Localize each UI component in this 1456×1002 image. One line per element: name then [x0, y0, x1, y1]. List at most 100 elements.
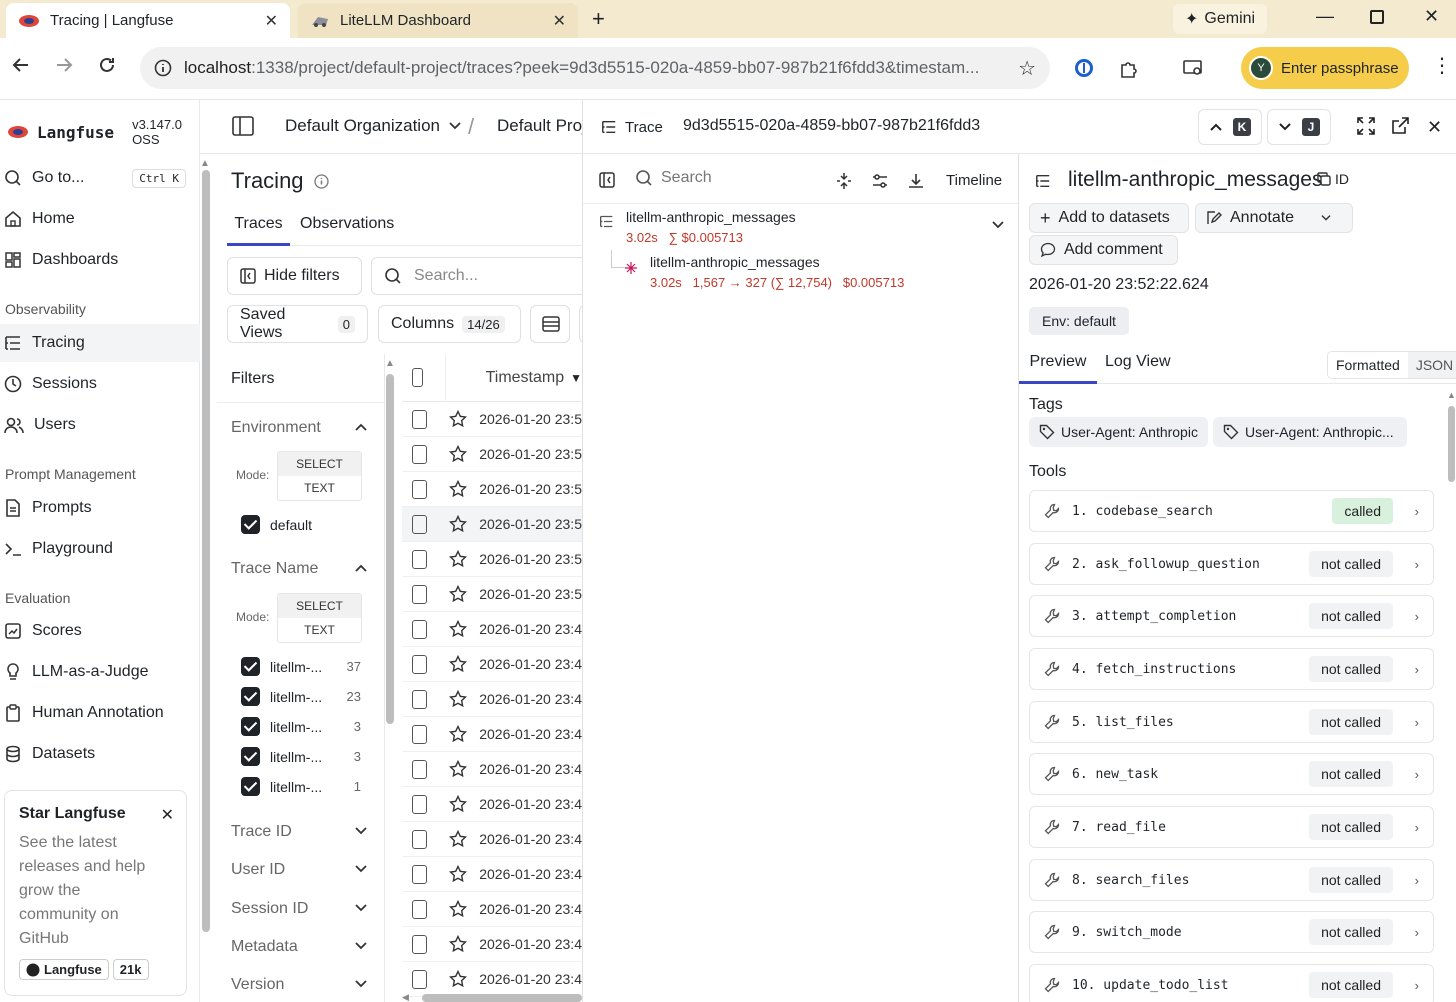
star-icon[interactable] — [449, 550, 468, 568]
sidebar-item-llm-judge[interactable]: LLM-as-a-Judge — [0, 653, 200, 691]
checkbox[interactable] — [241, 747, 260, 766]
row-checkbox[interactable] — [412, 724, 428, 744]
star-icon[interactable] — [449, 970, 468, 988]
child-node-name[interactable]: litellm-anthropic_messages — [650, 254, 820, 270]
chevron-down-icon[interactable] — [1320, 214, 1332, 222]
row-checkbox[interactable] — [412, 584, 428, 604]
row-checkbox[interactable] — [412, 689, 428, 709]
password-manager-icon[interactable] — [1074, 58, 1094, 78]
site-info-icon[interactable] — [154, 59, 172, 77]
sidebar-item-users[interactable]: Users — [0, 406, 200, 444]
sidebar-item-tracing[interactable]: Tracing — [0, 324, 200, 362]
sidebar-item-prompts[interactable]: Prompts — [0, 489, 200, 527]
add-comment-button[interactable]: Add comment — [1029, 235, 1178, 265]
columns-button[interactable]: Columns 14/26 — [378, 305, 521, 343]
table-row[interactable]: 2026-01-20 23:4 — [402, 752, 582, 787]
row-checkbox[interactable] — [412, 619, 428, 639]
format-json[interactable]: JSON — [1407, 352, 1456, 378]
saved-views-button[interactable]: Saved Views 0 — [227, 305, 368, 343]
add-to-datasets-button[interactable]: + Add to datasets — [1029, 203, 1189, 233]
table-row[interactable]: 2026-01-20 23:5 — [402, 577, 582, 612]
sidebar-item-human-annotation[interactable]: Human Annotation — [0, 694, 200, 732]
row-checkbox[interactable] — [412, 409, 428, 429]
sidebar-item-scores[interactable]: Scores — [0, 612, 200, 650]
checkbox[interactable] — [241, 515, 260, 534]
forward-arrow-icon[interactable] — [55, 56, 73, 74]
enter-passphrase-button[interactable]: Y Enter passphrase — [1241, 47, 1409, 89]
new-tab-plus-icon[interactable]: + — [592, 6, 605, 32]
settings-sliders-icon[interactable] — [871, 172, 889, 190]
star-icon[interactable] — [449, 725, 468, 743]
star-icon[interactable] — [449, 865, 468, 883]
star-icon[interactable] — [449, 445, 468, 463]
filter-session-id[interactable]: Session ID — [231, 900, 308, 918]
brand[interactable]: Langfuse v3.147.0 OSS — [7, 117, 199, 147]
row-checkbox[interactable] — [412, 934, 428, 954]
chevron-up-icon[interactable] — [354, 422, 368, 432]
tool-item[interactable]: 3. attempt_completion not called › — [1029, 595, 1434, 637]
tab-preview[interactable]: Preview — [1019, 345, 1097, 384]
timeline-toggle[interactable]: Timeline — [946, 172, 1002, 189]
close-icon[interactable]: ✕ — [161, 805, 174, 825]
checkbox[interactable] — [241, 657, 260, 676]
table-row[interactable]: 2026-01-20 23:4 — [402, 892, 582, 927]
row-checkbox[interactable] — [412, 479, 428, 499]
tool-item[interactable]: 2. ask_followup_question not called › — [1029, 543, 1434, 585]
back-arrow-icon[interactable] — [12, 56, 30, 74]
sidebar-item-home[interactable]: Home — [0, 200, 200, 238]
row-checkbox[interactable] — [412, 969, 428, 989]
hide-filters-button[interactable]: Hide filters — [227, 257, 362, 295]
extensions-puzzle-icon[interactable] — [1118, 58, 1140, 80]
collapse-tree-icon[interactable] — [835, 172, 853, 190]
maximize-icon[interactable] — [1370, 10, 1384, 24]
expand-icon[interactable] — [1357, 117, 1375, 135]
trace-name-option[interactable]: litellm-... 3 — [241, 747, 361, 766]
mode-select[interactable]: SELECT — [278, 594, 361, 618]
table-row[interactable]: 2026-01-20 23:5 — [402, 542, 582, 577]
tab-log-view[interactable]: Log View — [1105, 345, 1171, 384]
tree-root-node[interactable]: litellm-anthropic_messages 3.02s ∑ $0.00… — [583, 206, 1020, 298]
close-tab-icon[interactable]: ✕ — [265, 11, 278, 31]
chevron-down-icon[interactable] — [354, 941, 368, 951]
row-checkbox[interactable] — [412, 759, 428, 779]
sidebar-item-sessions[interactable]: Sessions — [0, 365, 200, 403]
open-external-icon[interactable] — [1391, 117, 1409, 135]
minimize-icon[interactable]: — — [1316, 6, 1334, 27]
format-formatted[interactable]: Formatted — [1328, 352, 1408, 378]
table-row[interactable]: 2026-01-20 23:4 — [402, 647, 582, 682]
star-icon[interactable] — [449, 935, 468, 953]
checkbox[interactable] — [241, 717, 260, 736]
row-checkbox[interactable] — [412, 794, 428, 814]
star-icon[interactable] — [449, 655, 468, 673]
chevron-down-icon[interactable] — [354, 903, 368, 913]
goto-search[interactable]: Go to... Ctrl K — [0, 159, 200, 197]
tool-item[interactable]: 10. update_todo_list not called › — [1029, 964, 1434, 1002]
trace-name-mode-toggle[interactable]: SELECT TEXT — [277, 593, 362, 643]
url-input[interactable]: localhost:1338/project/default-project/t… — [140, 47, 1050, 89]
select-all-checkbox[interactable] — [412, 368, 424, 387]
star-icon[interactable] — [449, 795, 468, 813]
filter-version[interactable]: Version — [231, 976, 284, 994]
tool-item[interactable]: 8. search_files not called › — [1029, 859, 1434, 901]
copy-id-button[interactable]: ID — [1317, 171, 1349, 187]
checkbox[interactable] — [241, 777, 260, 796]
star-icon[interactable] — [449, 620, 468, 638]
chevron-up-icon[interactable] — [354, 563, 368, 573]
star-icon[interactable] — [449, 830, 468, 848]
star-icon[interactable] — [449, 585, 468, 603]
table-row[interactable]: 2026-01-20 23:4 — [402, 822, 582, 857]
tool-item[interactable]: 9. switch_mode not called › — [1029, 911, 1434, 953]
table-row[interactable]: 2026-01-20 23:5 — [402, 472, 582, 507]
bookmark-star-icon[interactable]: ☆ — [1018, 56, 1036, 81]
trace-name-option[interactable]: litellm-... 37 — [241, 657, 361, 676]
filter-trace-name[interactable]: Trace Name — [231, 560, 318, 578]
star-icon[interactable] — [449, 900, 468, 918]
tool-item[interactable]: 1. codebase_search called › — [1029, 490, 1434, 532]
star-icon[interactable] — [449, 480, 468, 498]
table-row-selected[interactable]: 2026-01-20 23:5 — [402, 507, 582, 542]
project-selector[interactable]: Default Proj — [497, 116, 586, 136]
table-row[interactable]: 2026-01-20 23:4 — [402, 682, 582, 717]
chevron-down-icon[interactable] — [354, 826, 368, 836]
trace-name-option[interactable]: litellm-... 23 — [241, 687, 361, 706]
search-input[interactable]: Search... — [371, 257, 582, 295]
